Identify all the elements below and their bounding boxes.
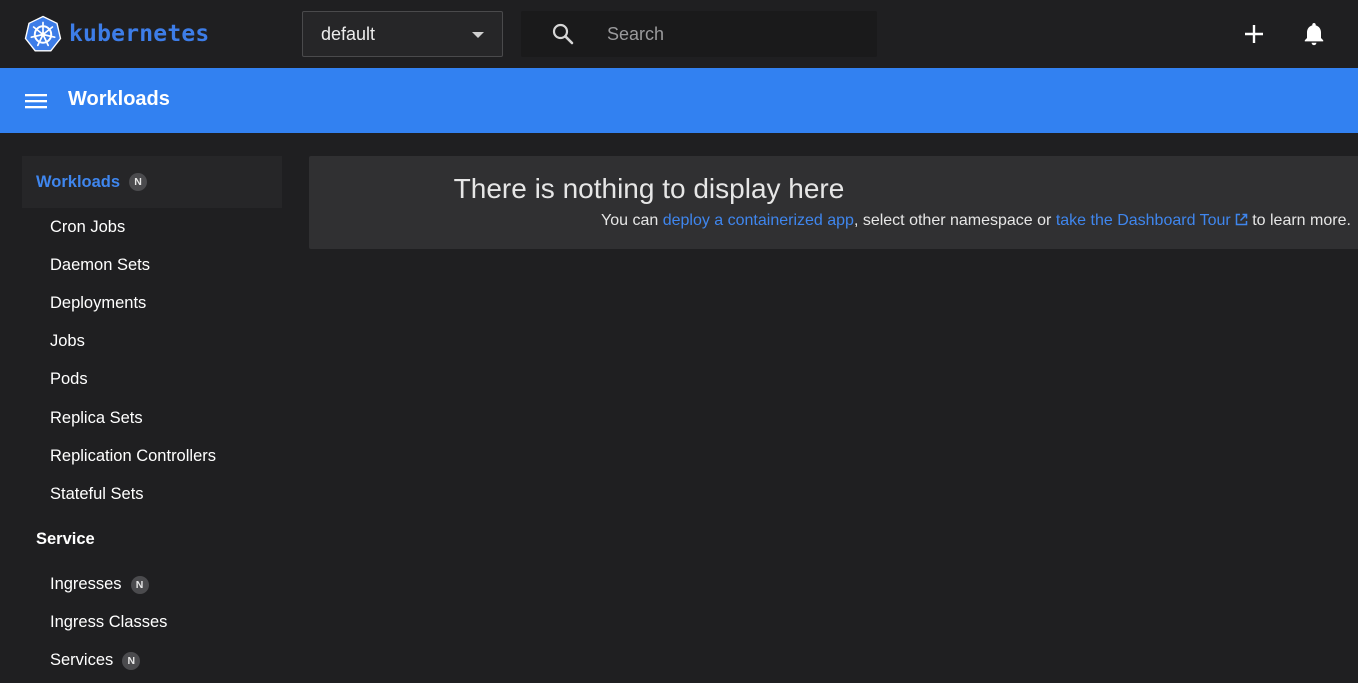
sidebar-item-label: Deployments: [50, 293, 147, 312]
sidebar-item-label: Cron Jobs: [50, 217, 126, 236]
plus-icon[interactable]: [1238, 18, 1270, 50]
sidebar-item-ingress-classes[interactable]: Ingress Classes: [22, 604, 282, 642]
sidebar-item-label: Daemon Sets: [50, 255, 150, 274]
sidebar-item-daemon-sets[interactable]: Daemon Sets: [22, 246, 282, 284]
top-bar: kubernetes default: [0, 0, 1358, 68]
sidebar-item-jobs[interactable]: Jobs: [22, 323, 282, 361]
message-text: , select other namespace or: [853, 212, 1056, 229]
kubernetes-logo[interactable]: kubernetes: [24, 15, 209, 53]
sidebar-item-label: Services: [50, 651, 114, 670]
sidebar-item-ingresses[interactable]: Ingresses N: [22, 566, 282, 604]
sidebar-nav: Workloads N Cron Jobs Daemon Sets Deploy…: [22, 156, 282, 680]
search-icon: [552, 23, 574, 45]
namespace-select[interactable]: default: [302, 11, 503, 57]
sidebar-item-label: Stateful Sets: [50, 484, 144, 503]
page-header: Workloads: [0, 68, 1358, 133]
message-text: to learn more.: [1247, 212, 1351, 229]
sidebar-item-label: Pods: [50, 370, 88, 389]
page-title: Workloads: [68, 88, 170, 110]
search-box: [521, 11, 877, 57]
sidebar-item-label: Ingresses: [50, 575, 122, 594]
sidebar-item-pods[interactable]: Pods: [22, 361, 282, 399]
open-in-new-icon: [1235, 213, 1248, 226]
kubernetes-helm-icon: [24, 15, 62, 52]
sidebar-item-label: Replica Sets: [50, 408, 143, 427]
hamburger-menu-icon[interactable]: [24, 89, 48, 113]
sidebar-item-cron-jobs[interactable]: Cron Jobs: [22, 208, 282, 246]
sidebar-section-label: Service: [36, 530, 95, 548]
search-input[interactable]: [605, 19, 865, 49]
namespace-value: default: [321, 23, 376, 44]
dashboard-tour-link[interactable]: take the Dashboard Tour: [1056, 212, 1248, 229]
sidebar-item-services[interactable]: Services N: [22, 642, 282, 680]
sidebar-item-stateful-sets[interactable]: Stateful Sets: [22, 475, 282, 513]
message-text: You can: [601, 212, 663, 229]
sidebar-item-label: Jobs: [50, 332, 85, 351]
brand-name: kubernetes: [69, 21, 210, 47]
empty-state-card: There is nothing to display here You can…: [309, 156, 1358, 249]
sidebar-item-label: Ingress Classes: [50, 613, 168, 632]
namespaced-badge: N: [130, 575, 149, 594]
notification-bell-icon[interactable]: [1298, 18, 1330, 50]
sidebar-item-replication-controllers[interactable]: Replication Controllers: [22, 437, 282, 475]
deploy-app-link[interactable]: deploy a containerized app: [663, 212, 854, 229]
caret-down-icon: [472, 32, 484, 38]
dashboard-tour-link-label: take the Dashboard Tour: [1055, 212, 1231, 229]
sidebar-item-replica-sets[interactable]: Replica Sets: [22, 399, 282, 437]
sidebar-item-deployments[interactable]: Deployments: [22, 284, 282, 322]
namespaced-badge: N: [122, 651, 141, 670]
sidebar-item-label: Replication Controllers: [50, 446, 216, 465]
empty-state-title: There is nothing to display here: [453, 173, 845, 204]
sidebar-section-service[interactable]: Service: [22, 514, 282, 566]
empty-state-message: You can deploy a containerized app, sele…: [601, 212, 1351, 230]
